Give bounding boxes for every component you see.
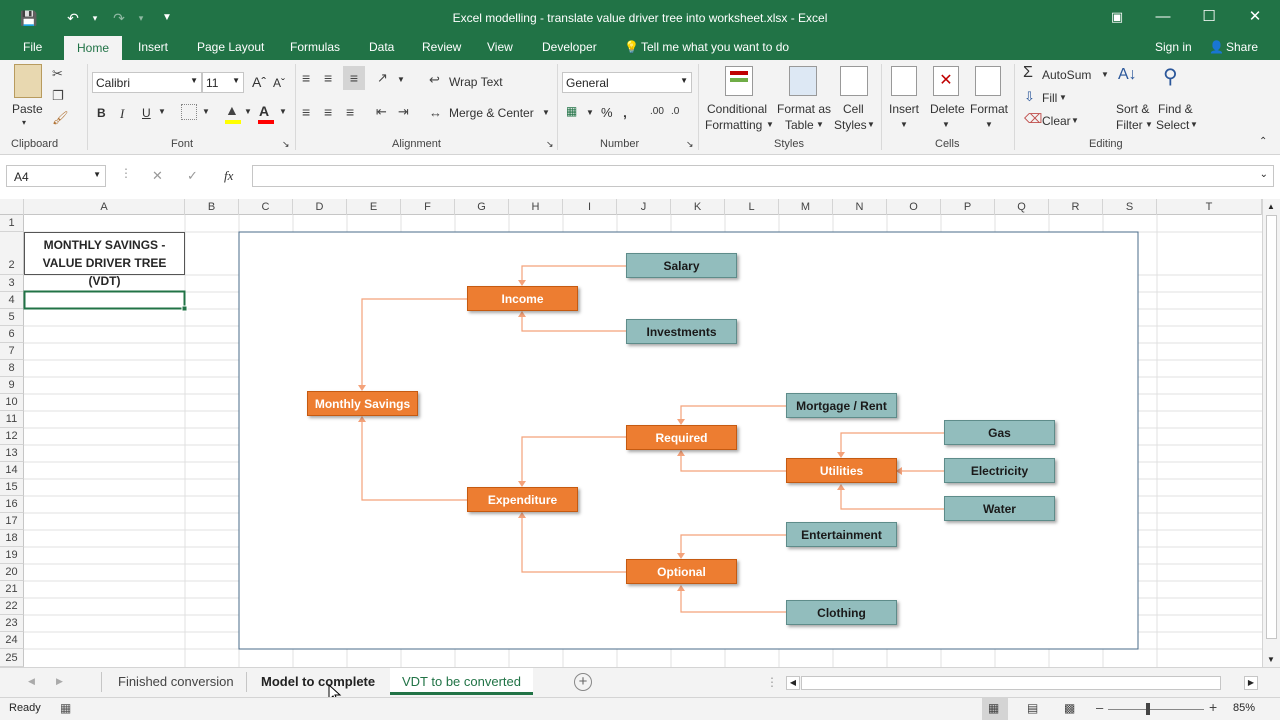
- vertical-scroll-thumb[interactable]: [1266, 215, 1277, 639]
- title-line-1: MONTHLY SAVINGS -: [43, 238, 166, 252]
- title-line-2: VALUE DRIVER TREE (VDT): [42, 256, 167, 288]
- vdt-node-required[interactable]: Required: [626, 425, 737, 450]
- worksheet-grid[interactable]: [0, 0, 1280, 720]
- zoom-slider-track[interactable]: [1108, 709, 1204, 710]
- vdt-node-optional[interactable]: Optional: [626, 559, 737, 584]
- horizontal-scroll-thumb[interactable]: [801, 676, 1221, 690]
- tab-split-grip-icon[interactable]: ⋮: [766, 675, 778, 689]
- macro-record-icon[interactable]: ▦: [60, 701, 71, 715]
- active-cell-selection[interactable]: [23, 290, 186, 310]
- vdt-node-gas[interactable]: Gas: [944, 420, 1055, 445]
- vdt-node-salary[interactable]: Salary: [626, 253, 737, 278]
- normal-view-icon: ▦: [988, 701, 1000, 715]
- vdt-node-income[interactable]: Income: [467, 286, 578, 311]
- scroll-right-icon[interactable]: ▶: [1244, 676, 1258, 690]
- vdt-node-utilities[interactable]: Utilities: [786, 458, 897, 483]
- sheet-tab-vdt-to-be-converted[interactable]: VDT to be converted: [390, 668, 533, 695]
- zoom-level[interactable]: 85%: [1233, 702, 1255, 714]
- tab-divider: [101, 672, 102, 692]
- vdt-node-entertainment[interactable]: Entertainment: [786, 522, 897, 547]
- zoom-out-icon[interactable]: –: [1096, 700, 1103, 715]
- vdt-node-investments[interactable]: Investments: [626, 319, 737, 344]
- zoom-slider-thumb[interactable]: [1146, 703, 1150, 715]
- page-break-preview-icon[interactable]: ▩: [1064, 701, 1075, 715]
- vdt-node-clothing[interactable]: Clothing: [786, 600, 897, 625]
- scroll-down-icon[interactable]: ▼: [1267, 655, 1275, 664]
- scroll-up-icon[interactable]: ▲: [1267, 202, 1275, 211]
- sheet-tab-bar: ◀ ▶ Finished conversion Model to complet…: [0, 667, 1280, 697]
- sheet-tab-finished-conversion[interactable]: Finished conversion: [106, 668, 246, 696]
- sheet-tab-model-to-complete[interactable]: Model to complete: [249, 668, 387, 696]
- title-cell[interactable]: MONTHLY SAVINGS - VALUE DRIVER TREE (VDT…: [25, 236, 184, 290]
- vdt-node-mortgage-rent[interactable]: Mortgage / Rent: [786, 393, 897, 418]
- next-sheet-icon[interactable]: ▶: [56, 676, 63, 687]
- vdt-node-electricity[interactable]: Electricity: [944, 458, 1055, 483]
- zoom-in-icon[interactable]: +: [1209, 699, 1217, 715]
- prev-sheet-icon[interactable]: ◀: [28, 676, 35, 687]
- status-ready: Ready: [9, 702, 41, 714]
- page-layout-view-icon[interactable]: ▤: [1027, 701, 1038, 715]
- vdt-node-expenditure[interactable]: Expenditure: [467, 487, 578, 512]
- tab-divider: [246, 672, 247, 692]
- status-bar: Ready ▦ ▦ ▤ ▩ – + 85%: [0, 697, 1280, 720]
- add-sheet-icon[interactable]: +: [574, 673, 592, 691]
- vdt-node-monthly-savings[interactable]: Monthly Savings: [307, 391, 418, 416]
- vertical-scrollbar[interactable]: ▲ ▼: [1262, 199, 1280, 667]
- vdt-node-water[interactable]: Water: [944, 496, 1055, 521]
- scroll-left-icon[interactable]: ◀: [786, 676, 800, 690]
- fill-handle[interactable]: [181, 305, 188, 312]
